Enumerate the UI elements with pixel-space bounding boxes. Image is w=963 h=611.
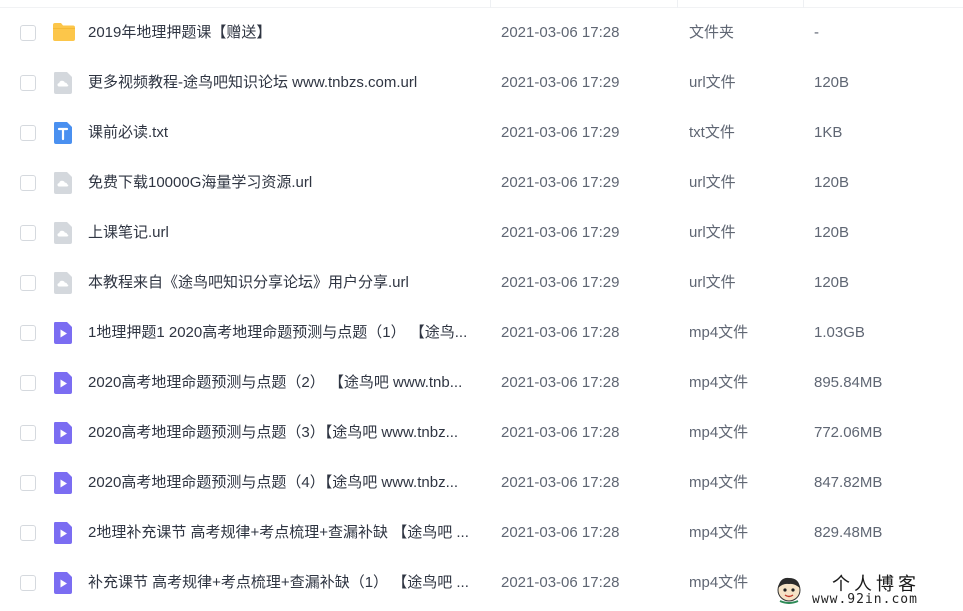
modified-time: 2021-03-06 17:28 bbox=[501, 24, 620, 41]
row-checkbox[interactable] bbox=[20, 575, 36, 591]
file-size: 120B bbox=[814, 74, 850, 91]
file-name[interactable]: 1地理押题1 2020高考地理命题预测与点题（1） 【途鸟... bbox=[88, 308, 488, 358]
file-row[interactable]: 上课笔记.url 2021-03-06 17:29 url文件 120B bbox=[0, 208, 963, 258]
modified-time: 2021-03-06 17:28 bbox=[501, 374, 620, 391]
modified-time: 2021-03-06 17:29 bbox=[501, 124, 620, 141]
file-name[interactable]: 2019年地理押题课【赠送】 bbox=[88, 8, 488, 58]
file-type: mp4文件 bbox=[689, 424, 749, 441]
url-file-icon bbox=[52, 171, 74, 195]
file-name[interactable]: 2020高考地理命题预测与点题（2） 【途鸟吧 www.tnb... bbox=[88, 358, 488, 408]
video-file-icon bbox=[52, 371, 74, 395]
row-checkbox[interactable] bbox=[20, 375, 36, 391]
watermark: 个人博客 www.92in.com bbox=[770, 570, 960, 608]
file-type: url文件 bbox=[689, 274, 736, 291]
file-type: url文件 bbox=[689, 174, 736, 191]
row-checkbox[interactable] bbox=[20, 475, 36, 491]
txt-file-icon bbox=[52, 121, 74, 145]
folder-icon bbox=[52, 21, 75, 45]
file-row[interactable]: 1地理押题1 2020高考地理命题预测与点题（1） 【途鸟... 2021-03-… bbox=[0, 308, 963, 358]
file-row[interactable]: 2019年地理押题课【赠送】 2021-03-06 17:28 文件夹 - bbox=[0, 8, 963, 58]
row-checkbox[interactable] bbox=[20, 525, 36, 541]
modified-time: 2021-03-06 17:29 bbox=[501, 274, 620, 291]
modified-time: 2021-03-06 17:28 bbox=[501, 424, 620, 441]
modified-time: 2021-03-06 17:28 bbox=[501, 474, 620, 491]
file-size: 772.06MB bbox=[814, 424, 883, 441]
url-file-icon bbox=[52, 221, 74, 245]
file-name[interactable]: 2地理补充课节 高考规律+考点梳理+查漏补缺 【途鸟吧 ... bbox=[88, 508, 488, 558]
file-name[interactable]: 上课笔记.url bbox=[88, 208, 488, 258]
modified-time: 2021-03-06 17:28 bbox=[501, 574, 620, 591]
file-row[interactable]: 2020高考地理命题预测与点题（4）【途鸟吧 www.tnbz... 2021-0… bbox=[0, 458, 963, 508]
modified-time: 2021-03-06 17:28 bbox=[501, 524, 620, 541]
modified-time: 2021-03-06 17:29 bbox=[501, 174, 620, 191]
file-name[interactable]: 2020高考地理命题预测与点题（4）【途鸟吧 www.tnbz... bbox=[88, 458, 488, 508]
row-checkbox[interactable] bbox=[20, 325, 36, 341]
cartoon-avatar-icon bbox=[777, 577, 801, 604]
file-list: 2019年地理押题课【赠送】 2021-03-06 17:28 文件夹 - 更多视频教程… bbox=[0, 8, 963, 608]
file-size: 120B bbox=[814, 274, 850, 291]
video-file-icon bbox=[52, 471, 74, 495]
file-size: 1KB bbox=[814, 124, 843, 141]
table-header-edge bbox=[0, 0, 963, 8]
row-checkbox[interactable] bbox=[20, 25, 36, 41]
row-checkbox[interactable] bbox=[20, 125, 36, 141]
file-type: txt文件 bbox=[689, 124, 735, 141]
file-row[interactable]: 本教程来自《途鸟吧知识分享论坛》用户分享.url 2021-03-06 17:29… bbox=[0, 258, 963, 308]
column-divider bbox=[677, 0, 678, 8]
file-type: mp4文件 bbox=[689, 324, 749, 341]
row-checkbox[interactable] bbox=[20, 175, 36, 191]
video-file-icon bbox=[52, 521, 74, 545]
url-file-icon bbox=[52, 271, 74, 295]
url-file-icon bbox=[52, 71, 74, 95]
video-file-icon bbox=[52, 571, 74, 595]
row-checkbox[interactable] bbox=[20, 75, 36, 91]
file-row[interactable]: 更多视频教程-途鸟吧知识论坛 www.tnbzs.com.url 2021-03-… bbox=[0, 58, 963, 108]
file-size: 829.48MB bbox=[814, 524, 883, 541]
modified-time: 2021-03-06 17:28 bbox=[501, 324, 620, 341]
file-row[interactable]: 课前必读.txt 2021-03-06 17:29 txt文件 1KB bbox=[0, 108, 963, 158]
file-type: mp4文件 bbox=[689, 474, 749, 491]
file-row[interactable]: 2地理补充课节 高考规律+考点梳理+查漏补缺 【途鸟吧 ... 2021-03-0… bbox=[0, 508, 963, 558]
file-size: - bbox=[814, 24, 819, 41]
video-file-icon bbox=[52, 421, 74, 445]
file-type: mp4文件 bbox=[689, 524, 749, 541]
file-name[interactable]: 本教程来自《途鸟吧知识分享论坛》用户分享.url bbox=[88, 258, 488, 308]
file-size: 120B bbox=[814, 224, 850, 241]
file-row[interactable]: 2020高考地理命题预测与点题（3）【途鸟吧 www.tnbz... 2021-0… bbox=[0, 408, 963, 458]
file-row[interactable]: 免费下载10000G海量学习资源.url 2021-03-06 17:29 url文… bbox=[0, 158, 963, 208]
file-size: 1.03GB bbox=[814, 324, 865, 341]
file-size: 847.82MB bbox=[814, 474, 883, 491]
column-divider bbox=[490, 0, 491, 8]
file-name[interactable]: 免费下载10000G海量学习资源.url bbox=[88, 158, 488, 208]
row-checkbox[interactable] bbox=[20, 225, 36, 241]
file-name[interactable]: 2020高考地理命题预测与点题（3）【途鸟吧 www.tnbz... bbox=[88, 408, 488, 458]
file-type: url文件 bbox=[689, 74, 736, 91]
row-checkbox[interactable] bbox=[20, 275, 36, 291]
video-file-icon bbox=[52, 321, 74, 345]
file-row[interactable]: 2020高考地理命题预测与点题（2） 【途鸟吧 www.tnb... 2021-0… bbox=[0, 358, 963, 408]
file-name[interactable]: 更多视频教程-途鸟吧知识论坛 www.tnbzs.com.url bbox=[88, 58, 488, 108]
file-type: mp4文件 bbox=[689, 574, 749, 591]
file-size: 895.84MB bbox=[814, 374, 883, 391]
column-divider bbox=[803, 0, 804, 8]
file-name[interactable]: 补充课节 高考规律+考点梳理+查漏补缺（1） 【途鸟吧 ... bbox=[88, 558, 488, 608]
file-type: url文件 bbox=[689, 224, 736, 241]
row-checkbox[interactable] bbox=[20, 425, 36, 441]
watermark-url: www.92in.com bbox=[812, 592, 918, 607]
file-type: mp4文件 bbox=[689, 374, 749, 391]
file-size: 120B bbox=[814, 174, 850, 191]
modified-time: 2021-03-06 17:29 bbox=[501, 74, 620, 91]
file-name[interactable]: 课前必读.txt bbox=[88, 108, 488, 158]
modified-time: 2021-03-06 17:29 bbox=[501, 224, 620, 241]
file-type: 文件夹 bbox=[689, 24, 735, 41]
